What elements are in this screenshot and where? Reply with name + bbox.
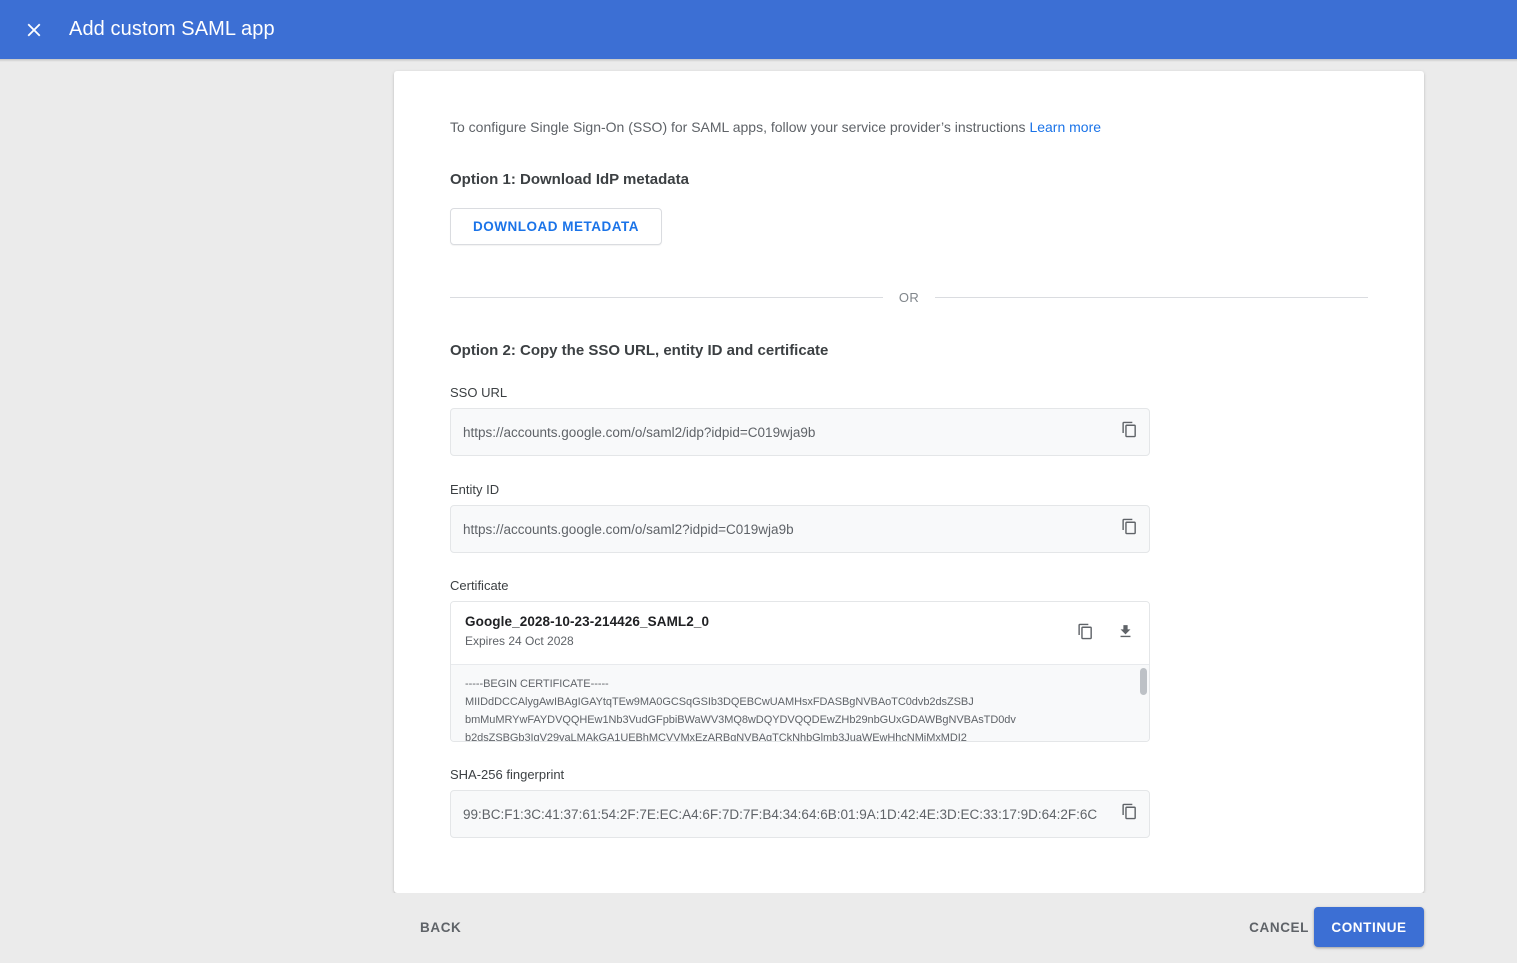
certificate-expiry: Expires 24 Oct 2028: [465, 634, 574, 648]
divider-label: OR: [898, 290, 920, 305]
fingerprint-label: SHA-256 fingerprint: [450, 767, 565, 782]
certificate-label: Certificate: [450, 578, 509, 593]
intro-sentence: To configure Single Sign-On (SSO) for SA…: [450, 119, 1030, 135]
fingerprint-input[interactable]: 99:BC:F1:3C:41:37:61:54:2F:7E:EC:A4:6F:7…: [450, 790, 1150, 838]
copy-certificate-button[interactable]: [1065, 614, 1105, 654]
sso-url-value: https://accounts.google.com/o/saml2/idp?…: [463, 424, 816, 440]
download-icon: [1117, 623, 1134, 645]
certificate-name: Google_2028-10-23-214426_SAML2_0: [465, 614, 710, 629]
divider-line-left: [450, 297, 883, 298]
copy-icon: [1121, 421, 1138, 443]
close-button[interactable]: [14, 10, 54, 50]
certificate-body[interactable]: -----BEGIN CERTIFICATE----- MIIDdDCCAlyg…: [451, 664, 1149, 741]
option1-heading: Option 1: Download IdP metadata: [450, 171, 689, 188]
copy-icon: [1077, 623, 1094, 645]
certificate-line: MIIDdDCCAlygAwIBAgIGAYtqTEw9MA0GCSqGSIb3…: [465, 696, 974, 708]
continue-button[interactable]: CONTINUE: [1314, 907, 1424, 947]
sso-url-field: SSO URL https://accounts.google.com/o/sa…: [450, 385, 1368, 456]
certificate-box: Google_2028-10-23-214426_SAML2_0 Expires…: [450, 601, 1150, 742]
certificate-scrollbar[interactable]: [1140, 665, 1147, 741]
sso-url-input[interactable]: https://accounts.google.com/o/saml2/idp?…: [450, 408, 1150, 456]
copy-icon: [1121, 518, 1138, 540]
entity-id-field: Entity ID https://accounts.google.com/o/…: [450, 482, 1368, 553]
learn-more-link[interactable]: Learn more: [1029, 119, 1101, 135]
copy-fingerprint-button[interactable]: [1109, 794, 1149, 834]
download-certificate-button[interactable]: [1105, 614, 1145, 654]
close-icon: [23, 19, 45, 41]
fingerprint-value: 99:BC:F1:3C:41:37:61:54:2F:7E:EC:A4:6F:7…: [463, 806, 1098, 822]
certificate-field: Certificate Google_2028-10-23-214426_SAM…: [450, 578, 1368, 742]
intro-text: To configure Single Sign-On (SSO) for SA…: [450, 117, 1368, 137]
divider-line-right: [935, 297, 1368, 298]
certificate-header: Google_2028-10-23-214426_SAML2_0 Expires…: [451, 602, 1149, 664]
download-metadata-button[interactable]: DOWNLOAD METADATA: [450, 208, 662, 245]
copy-sso-url-button[interactable]: [1109, 412, 1149, 452]
certificate-line: bmMuMRYwFAYDVQQHEw1Nb3VudGFpbiBWaWV3MQ8w…: [465, 714, 1016, 726]
option2-heading: Option 2: Copy the SSO URL, entity ID an…: [450, 342, 829, 359]
footer-bar: BACK CANCEL CONTINUE: [0, 893, 1517, 963]
entity-id-input[interactable]: https://accounts.google.com/o/saml2?idpi…: [450, 505, 1150, 553]
fingerprint-field: SHA-256 fingerprint 99:BC:F1:3C:41:37:61…: [450, 767, 1368, 838]
entity-id-value: https://accounts.google.com/o/saml2?idpi…: [463, 521, 794, 537]
entity-id-label: Entity ID: [450, 482, 500, 497]
certificate-line: -----BEGIN CERTIFICATE-----: [465, 678, 609, 690]
sso-url-label: SSO URL: [450, 385, 508, 400]
scrollbar-thumb[interactable]: [1140, 668, 1147, 695]
certificate-line: b2dsZSBGb3IgV29yaLMAkGA1UEBhMCVVMxEzARBg…: [465, 732, 967, 741]
content-card: To configure Single Sign-On (SSO) for SA…: [394, 71, 1424, 893]
copy-entity-id-button[interactable]: [1109, 509, 1149, 549]
cancel-button[interactable]: CANCEL: [1234, 909, 1324, 946]
back-button[interactable]: BACK: [405, 909, 476, 946]
app-bar: Add custom SAML app: [0, 0, 1517, 59]
or-divider: OR: [450, 290, 1368, 305]
app-bar-shadow: [0, 59, 1517, 62]
copy-icon: [1121, 803, 1138, 825]
page-title: Add custom SAML app: [69, 18, 275, 40]
